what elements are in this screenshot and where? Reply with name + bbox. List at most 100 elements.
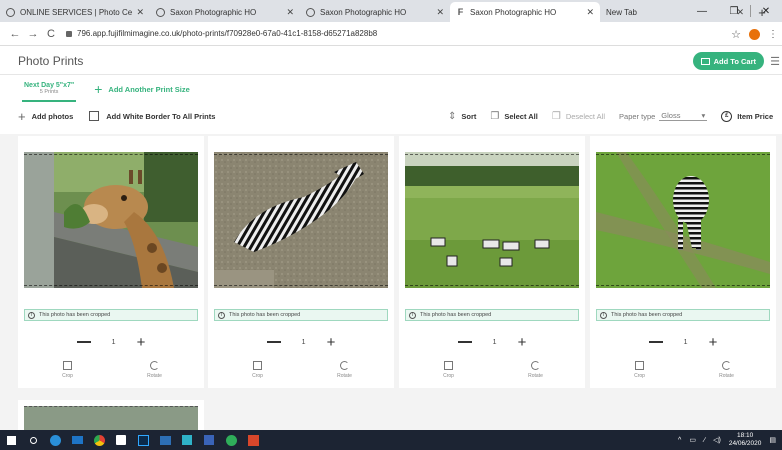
add-print-size-button[interactable]: + Add Another Print Size — [94, 81, 190, 97]
photo-card-partial — [18, 400, 204, 430]
browser-tab-active[interactable]: F Saxon Photographic HO ✕ — [450, 2, 600, 22]
minimize-icon[interactable]: — — [686, 0, 718, 22]
add-to-cart-button[interactable]: Add To Cart — [692, 52, 764, 70]
rotate-button[interactable]: Rotate — [683, 361, 770, 383]
notifications-icon[interactable]: ▤ — [769, 436, 776, 444]
quantity-value[interactable]: 1 — [291, 339, 317, 346]
item-price-button[interactable]: £ Item Price — [721, 110, 774, 122]
close-icon[interactable]: ✕ — [136, 7, 144, 18]
deselect-all-button[interactable]: ❐ Deselect All — [552, 111, 605, 122]
photo-thumbnail[interactable] — [24, 406, 198, 430]
photo-giraffe[interactable] — [24, 152, 198, 288]
globe-icon — [156, 7, 165, 17]
quantity-value[interactable]: 1 — [482, 339, 508, 346]
plus-icon[interactable]: + — [518, 335, 527, 350]
paper-type-select[interactable]: Paper type Gloss ▾ — [619, 111, 708, 121]
chrome-icon[interactable] — [88, 430, 110, 450]
deselect-all-icon: ❐ — [551, 110, 561, 122]
minus-icon[interactable] — [648, 341, 663, 343]
network-icon[interactable]: ▭ — [689, 436, 696, 444]
white-border-checkbox[interactable]: Add White Border To All Prints — [89, 111, 215, 121]
close-icon[interactable]: ✕ — [586, 7, 594, 18]
quantity-stepper: 1 + — [214, 332, 388, 352]
quantity-value[interactable]: 1 — [673, 339, 699, 346]
edge-icon[interactable] — [44, 430, 66, 450]
store-icon[interactable] — [110, 430, 132, 450]
crop-icon — [63, 361, 72, 370]
globe-icon — [6, 7, 15, 17]
pen-icon[interactable]: ∕ — [704, 437, 705, 444]
window-controls: — ❐ ✕ — [686, 0, 782, 22]
minus-icon[interactable] — [457, 341, 472, 343]
photos-icon[interactable] — [154, 430, 176, 450]
app-icon[interactable] — [198, 430, 220, 450]
paper-type-value: Gloss — [661, 111, 681, 120]
bookmark-star-icon[interactable]: ☆ — [731, 28, 741, 41]
white-border-label: Add White Border To All Prints — [106, 111, 216, 121]
plus-icon[interactable]: + — [137, 335, 146, 350]
add-photos-button[interactable]: + Add photos — [18, 109, 73, 124]
quantity-stepper: 1 + — [405, 332, 579, 352]
app-icon[interactable] — [220, 430, 242, 450]
back-icon[interactable]: ← — [6, 28, 24, 40]
hamburger-menu-icon[interactable]: ☰ — [770, 55, 780, 68]
select-all-button[interactable]: ❐ Select All — [490, 111, 537, 122]
search-icon[interactable] — [22, 430, 44, 450]
crop-label: Crop — [443, 373, 454, 379]
minus-icon[interactable] — [266, 341, 281, 343]
photo-zebra-herd[interactable] — [405, 152, 579, 288]
windows-start-icon[interactable] — [0, 430, 22, 450]
photo-toolbar: + Add photos Add White Border To All Pri… — [0, 106, 782, 126]
chevron-up-icon[interactable]: ^ — [678, 437, 681, 444]
clock[interactable]: 18:10 24/06/2020 — [729, 432, 762, 448]
maximize-icon[interactable]: ❐ — [718, 0, 750, 22]
browser-menu-icon[interactable]: ⋮ — [768, 29, 778, 40]
info-icon: i — [409, 311, 416, 319]
minus-icon[interactable] — [76, 341, 91, 343]
crop-button[interactable]: Crop — [24, 361, 111, 383]
cropped-notice-text: This photo has been cropped — [420, 312, 492, 318]
photoshop-icon[interactable] — [132, 430, 154, 450]
app-icon[interactable] — [242, 430, 264, 450]
close-icon[interactable]: ✕ — [436, 7, 444, 18]
rotate-icon — [531, 361, 540, 370]
crop-guide — [405, 154, 579, 155]
quantity-value[interactable]: 1 — [101, 339, 127, 346]
photo-actions: Crop Rotate — [24, 361, 198, 383]
reload-icon[interactable]: C — [42, 28, 60, 40]
photo-actions: Crop Rotate — [405, 361, 579, 383]
crop-button[interactable]: Crop — [596, 361, 683, 383]
crop-label: Crop — [62, 373, 73, 379]
volume-icon[interactable]: ◁) — [713, 436, 721, 444]
crop-button[interactable]: Crop — [405, 361, 492, 383]
photo-zebra-grazing[interactable] — [596, 152, 770, 288]
close-window-icon[interactable]: ✕ — [750, 0, 782, 22]
tab-title: Saxon Photographic HO — [320, 7, 407, 17]
crop-button[interactable]: Crop — [214, 361, 301, 383]
quantity-stepper: 1 + — [24, 332, 198, 352]
browser-tab[interactable]: Saxon Photographic HO ✕ — [300, 2, 450, 22]
plus-icon[interactable]: + — [709, 335, 718, 350]
app-icon[interactable] — [176, 430, 198, 450]
tab-print-size-active[interactable]: Next Day 5"x7" 5 Prints — [22, 76, 77, 102]
crop-label: Crop — [634, 373, 645, 379]
plus-icon[interactable]: + — [327, 335, 336, 350]
plus-icon: + — [94, 81, 103, 97]
sort-button[interactable]: ⇕ Sort — [448, 111, 476, 122]
rotate-button[interactable]: Rotate — [492, 361, 579, 383]
forward-icon[interactable]: → — [24, 28, 42, 40]
mail-icon[interactable] — [66, 430, 88, 450]
select-all-label: Select All — [504, 111, 538, 121]
photo-zebra-lying[interactable] — [214, 152, 388, 288]
browser-tab[interactable]: ONLINE SERVICES | Photo Cent ✕ — [0, 2, 150, 22]
rotate-button[interactable]: Rotate — [301, 361, 388, 383]
browser-tab[interactable]: Saxon Photographic HO ✕ — [150, 2, 300, 22]
checkbox-icon[interactable] — [89, 111, 100, 121]
info-icon: i — [218, 311, 225, 319]
rotate-button[interactable]: Rotate — [111, 361, 198, 383]
item-price-label: Item Price — [737, 111, 774, 121]
url-field[interactable]: 796.app.fujifilmimagine.co.uk/photo-prin… — [66, 29, 377, 38]
crop-guide — [596, 285, 770, 286]
close-icon[interactable]: ✕ — [286, 7, 294, 18]
profile-avatar-icon[interactable] — [749, 28, 760, 40]
